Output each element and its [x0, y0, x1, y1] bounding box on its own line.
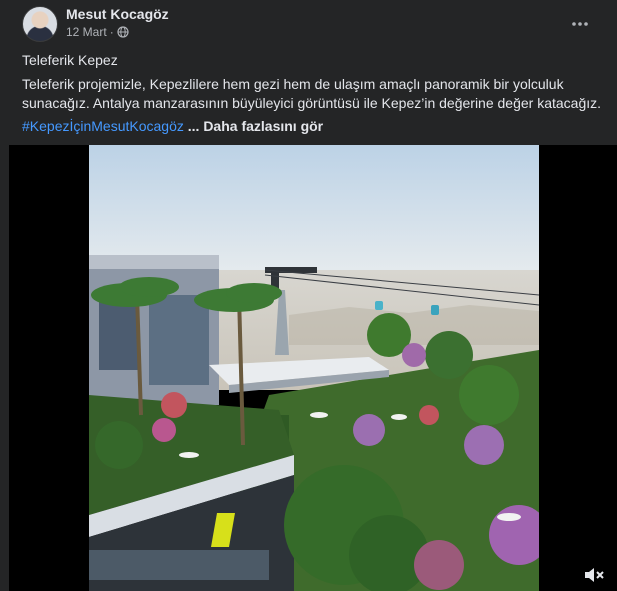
post-header: Mesut Kocagöz 12 Mart · [22, 6, 602, 46]
post-meta: 12 Mart · [66, 25, 129, 39]
post-body: Teleferik projemizle, Kepezlilere hem ge… [22, 76, 602, 111]
speaker-muted-icon[interactable] [583, 565, 605, 585]
date-separator: · [109, 25, 114, 39]
author-name[interactable]: Mesut Kocagöz [66, 6, 169, 22]
more-options-icon[interactable] [566, 10, 594, 32]
globe-icon[interactable] [117, 26, 129, 38]
video-frame[interactable] [89, 145, 539, 591]
post-date[interactable]: 12 Mart [66, 25, 107, 39]
see-more-link[interactable]: ... Daha fazlasını gör [188, 118, 323, 134]
video-player[interactable] [9, 145, 617, 591]
post-tagline: #KepezİçinMesutKocagöz ... Daha fazlasın… [22, 118, 323, 134]
post-title: Teleferik Kepez [22, 52, 118, 68]
author-avatar[interactable] [22, 6, 58, 42]
facebook-post: Mesut Kocagöz 12 Mart · Teleferik Kepez … [0, 0, 617, 591]
hashtag-link[interactable]: #KepezİçinMesutKocagöz [22, 118, 184, 134]
